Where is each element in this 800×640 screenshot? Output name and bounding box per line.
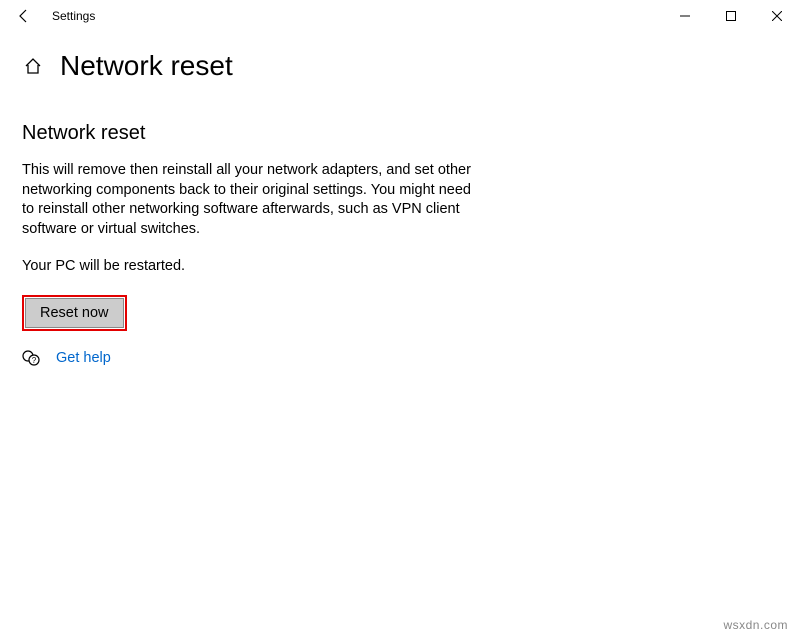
reset-button-highlight: Reset now — [22, 295, 127, 331]
back-button[interactable] — [8, 0, 40, 32]
section-heading: Network reset — [22, 122, 520, 145]
description-text: This will remove then reinstall all your… — [22, 161, 482, 239]
restart-note: Your PC will be restarted. — [22, 257, 482, 277]
minimize-button[interactable] — [662, 0, 708, 32]
maximize-button[interactable] — [708, 0, 754, 32]
svg-text:?: ? — [32, 356, 37, 365]
get-help-link[interactable]: Get help — [56, 350, 111, 366]
window-title: Settings — [52, 9, 95, 23]
close-button[interactable] — [754, 0, 800, 32]
reset-now-button[interactable]: Reset now — [25, 298, 124, 328]
watermark: wsxdn.com — [723, 618, 788, 632]
home-icon[interactable] — [22, 55, 44, 77]
page-title: Network reset — [60, 50, 233, 82]
help-icon: ? — [22, 349, 40, 367]
